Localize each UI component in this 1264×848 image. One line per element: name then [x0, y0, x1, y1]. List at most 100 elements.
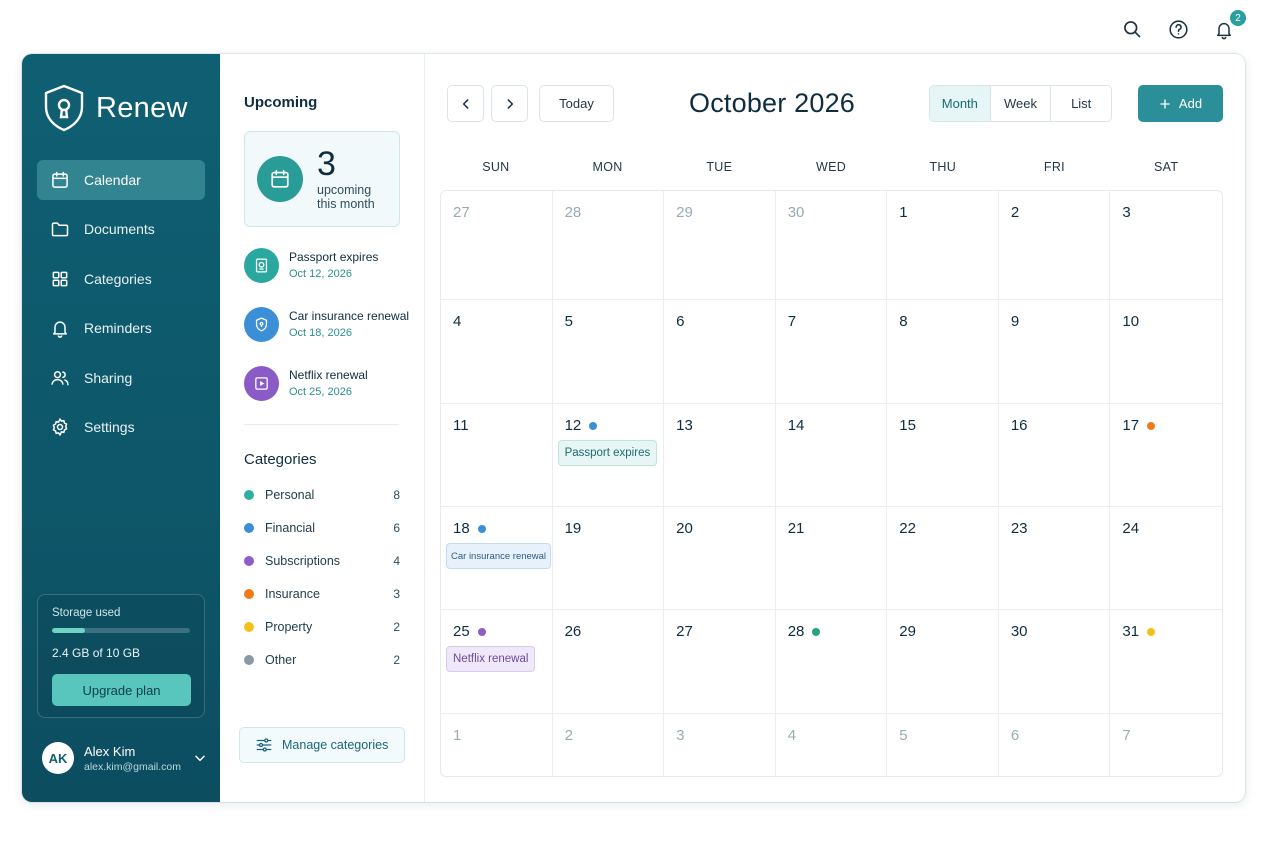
calendar-day-cell[interactable]: 31: [1110, 610, 1222, 714]
calendar-day-cell[interactable]: 30: [775, 191, 888, 300]
calendar-day-cell[interactable]: 18 Car insurance renewal: [441, 507, 553, 610]
calendar-day-cell[interactable]: 6: [999, 714, 1111, 776]
sidebar-item-categories[interactable]: Categories: [37, 259, 205, 299]
today-button[interactable]: Today: [539, 85, 614, 122]
calendar-day-cell[interactable]: 3: [664, 714, 776, 776]
upcoming-item-badge: [244, 247, 279, 283]
calendar-day-cell[interactable]: 29: [664, 191, 776, 300]
day-number-text: 28: [564, 204, 582, 221]
day-number-text: 5: [899, 727, 908, 744]
day-number: 25: [453, 623, 486, 640]
upcoming-item-car-insurance[interactable]: Car insurance renewal Oct 18, 2026: [244, 306, 424, 342]
play-icon: [255, 376, 268, 390]
notifications-button[interactable]: 2: [1212, 10, 1246, 46]
day-number-text: 2: [564, 727, 573, 744]
calendar-day-cell[interactable]: 28: [552, 191, 665, 300]
search-button[interactable]: [1120, 12, 1144, 46]
upcoming-item-name: Passport expires: [289, 250, 379, 264]
upcoming-item-netflix[interactable]: Netflix renewal Oct 25, 2026: [244, 365, 424, 401]
sidebar-item-label: Sharing: [84, 369, 133, 386]
add-button[interactable]: Add: [1138, 85, 1223, 122]
calendar-day-cell[interactable]: 7: [1110, 714, 1222, 776]
calendar-day-cell[interactable]: 1: [887, 191, 999, 300]
day-number-text: 29: [676, 204, 693, 221]
day-number-text: 7: [1122, 727, 1131, 744]
day-number-text: 25: [453, 623, 470, 640]
chevron-down-icon[interactable]: [193, 751, 207, 765]
view-month-button[interactable]: Month: [930, 86, 991, 121]
day-number-text: 13: [676, 417, 693, 434]
day-number: 29: [676, 204, 693, 221]
chevron-left-icon: [462, 98, 469, 109]
calendar-icon: [271, 169, 289, 188]
calendar-day-cell[interactable]: 23: [998, 507, 1111, 610]
weekday-label: SUN: [482, 160, 510, 174]
event-chip[interactable]: Passport expires: [557, 440, 658, 466]
upgrade-plan-button[interactable]: Upgrade plan: [52, 674, 191, 706]
calendar-day-cell[interactable]: 13: [664, 404, 776, 507]
calendar-day-cell[interactable]: 21: [775, 507, 888, 610]
calendar-day-cell[interactable]: 9: [998, 300, 1111, 404]
upcoming-item-passport[interactable]: Passport expires Oct 12, 2026: [244, 247, 424, 283]
calendar-day-cell[interactable]: 27: [664, 610, 776, 714]
next-month-button[interactable]: [491, 85, 528, 122]
calendar-day-cell[interactable]: 11: [441, 404, 553, 507]
calendar-day-cell[interactable]: 5: [887, 714, 999, 776]
sidebar-item-reminders[interactable]: Reminders: [37, 308, 205, 348]
sidebar-item-documents[interactable]: Documents: [37, 209, 205, 249]
calendar-day-cell[interactable]: 16: [998, 404, 1111, 507]
sidebar-item-sharing[interactable]: Sharing: [37, 358, 205, 398]
calendar-day-cell[interactable]: 17: [1110, 404, 1222, 507]
manage-categories-button[interactable]: Manage categories: [239, 727, 405, 763]
previous-month-button[interactable]: [447, 85, 484, 122]
day-number-text: 14: [787, 417, 805, 434]
calendar-day-cell[interactable]: 14: [775, 404, 888, 507]
help-button[interactable]: [1166, 12, 1190, 46]
calendar-day-cell[interactable]: 28: [775, 610, 888, 714]
calendar-day-cell[interactable]: 19: [552, 507, 665, 610]
category-item-other[interactable]: Other 2: [244, 643, 400, 676]
sidebar-item-calendar[interactable]: Calendar: [37, 160, 205, 200]
calendar-day-cell[interactable]: 29: [887, 610, 999, 714]
category-item-insurance[interactable]: Insurance 3: [244, 577, 400, 610]
upcoming-item-date: Oct 18, 2026: [289, 327, 352, 339]
calendar-day-cell[interactable]: 7: [775, 300, 888, 404]
day-number-text: 24: [1122, 520, 1140, 537]
sidebar-item-settings[interactable]: Settings: [37, 407, 205, 447]
calendar-day-cell[interactable]: 5: [552, 300, 665, 404]
day-number: 15: [899, 417, 916, 434]
categories-title: Categories: [244, 451, 317, 468]
calendar-day-cell[interactable]: 4: [776, 714, 888, 776]
calendar-day-cell[interactable]: 22: [887, 507, 999, 610]
category-item-property[interactable]: Property 2: [244, 610, 400, 643]
day-number-text: 1: [899, 204, 908, 221]
day-number: 5: [899, 727, 907, 744]
calendar-day-cell[interactable]: 8: [887, 300, 999, 404]
calendar-day-cell[interactable]: 2: [553, 714, 665, 776]
calendar-day-cell[interactable]: 27: [441, 191, 553, 300]
calendar-day-cell[interactable]: 4: [441, 300, 553, 404]
category-color-dot: [244, 489, 254, 500]
calendar-day-cell[interactable]: 26: [552, 610, 665, 714]
calendar-day-cell[interactable]: 1: [441, 714, 553, 776]
calendar-day-cell[interactable]: 24: [1110, 507, 1222, 610]
user-profile[interactable]: AK Alex Kim alex.kim@gmail.com: [42, 742, 207, 774]
event-chip[interactable]: Car insurance renewal: [446, 543, 552, 569]
view-list-button[interactable]: List: [1051, 86, 1111, 121]
calendar-day-cell[interactable]: 30: [998, 610, 1111, 714]
day-number: 3: [1122, 204, 1130, 221]
calendar-day-cell[interactable]: 20: [664, 507, 776, 610]
category-item-financial[interactable]: Financial 6: [244, 511, 400, 544]
category-item-subscriptions[interactable]: Subscriptions 4: [244, 544, 400, 577]
calendar-day-cell[interactable]: 6: [664, 300, 776, 404]
calendar-day-cell[interactable]: 12 Passport expires: [552, 404, 665, 507]
calendar-day-cell[interactable]: 10: [1110, 300, 1222, 404]
sidebar: Renew Calendar Documents Categories Remi…: [22, 54, 220, 802]
view-week-button[interactable]: Week: [990, 86, 1052, 121]
calendar-day-cell[interactable]: 25 Netflix renewal: [441, 610, 553, 714]
event-chip[interactable]: Netflix renewal: [446, 646, 536, 672]
calendar-day-cell[interactable]: 15: [887, 404, 999, 507]
category-item-personal[interactable]: Personal 8: [244, 478, 400, 511]
calendar-day-cell[interactable]: 3: [1110, 191, 1222, 300]
calendar-day-cell[interactable]: 2: [998, 191, 1111, 300]
